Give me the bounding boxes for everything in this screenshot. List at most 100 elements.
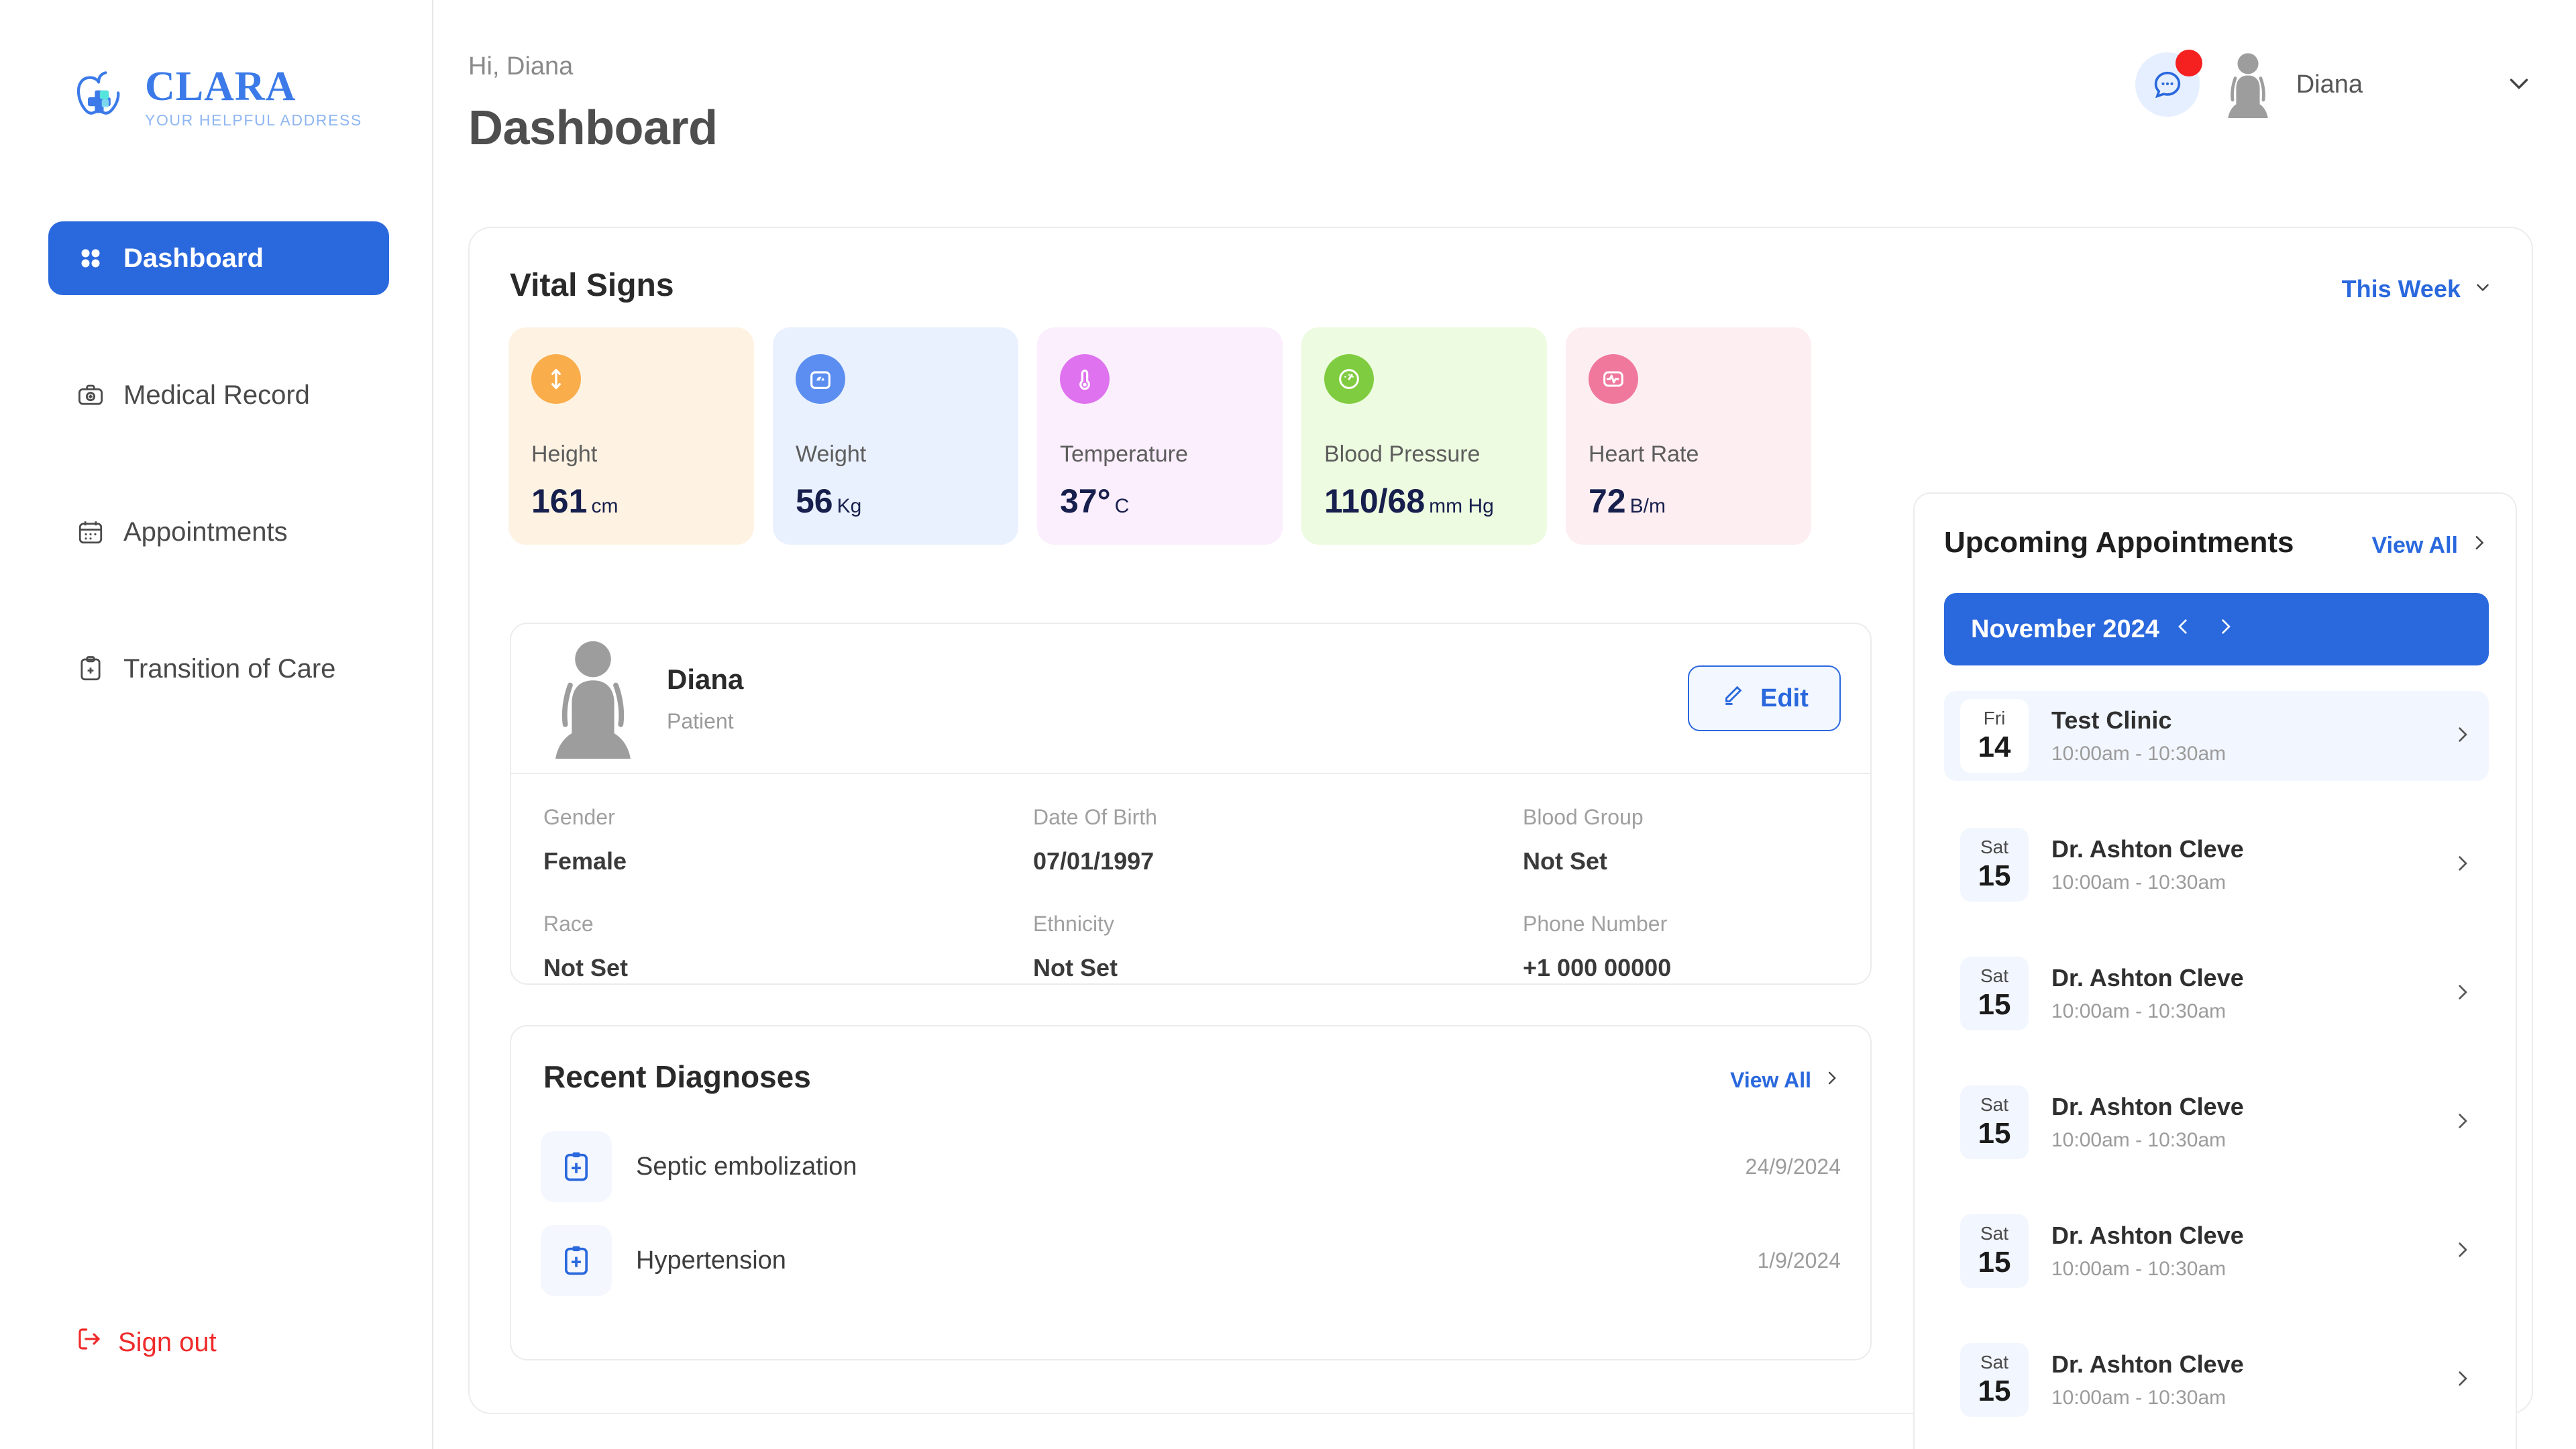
appointment-day: 15 [1978,859,2011,892]
vital-label: Height [531,441,598,467]
appointment-time: 10:00am - 10:30am [2051,743,2226,765]
chevron-left-icon[interactable] [2173,615,2194,643]
clipboard-plus-icon [75,653,106,684]
date-chip: Sat 15 [1960,1085,2029,1159]
vitals-range-selector[interactable]: This Week [2342,275,2493,303]
chevron-right-icon [2451,724,2473,749]
sidebar-item-label: Medical Record [123,380,310,410]
signout-button[interactable]: Sign out [75,1325,217,1360]
vital-card-blood-pressure[interactable]: Blood Pressure 110/68 mm Hg [1301,327,1547,545]
vital-unit: C [1114,495,1130,517]
diagnosis-row[interactable]: Septic embolization 24/9/2024 [541,1131,1841,1202]
appointment-row[interactable]: Sat 15 Dr. Ashton Cleve 10:00am - 10:30a… [1944,1335,2489,1425]
field-value: Not Set [543,954,628,981]
vital-value: 110/68 mm Hg [1324,482,1494,521]
vital-card-temperature[interactable]: Temperature 37° C [1037,327,1283,545]
chevron-right-icon [2451,981,2473,1006]
appointment-dow: Sat [1980,965,2009,986]
sidebar-item-medical-record[interactable]: Medical Record [48,358,389,432]
appointment-row[interactable]: Fri 14 Test Clinic 10:00am - 10:30am [1944,691,2489,781]
vital-card-heart-rate[interactable]: Heart Rate 72 B/m [1566,327,1811,545]
appointment-dow: Sat [1980,1352,2009,1373]
date-chip: Sat 15 [1960,1214,2029,1288]
sidebar-item-dashboard[interactable]: Dashboard [48,221,389,295]
diagnoses-title: Recent Diagnoses [543,1059,811,1094]
profile-fields: Gender Date Of Birth Blood Group Female … [511,774,1870,1009]
appointments-list: Fri 14 Test Clinic 10:00am - 10:30am Sat… [1944,691,2489,1425]
vital-cards: Height 161 cm Weight 56 Kg Temperature 3… [508,327,1811,545]
diagnoses-view-all-link[interactable]: View All [1730,1068,1841,1093]
brand-logo: CLARA YOUR HELPFUL ADDRESS [67,66,362,129]
vital-number: 110/68 [1324,482,1426,520]
signout-label: Sign out [118,1327,217,1357]
range-label: This Week [2341,275,2461,303]
sidebar-item-label: Transition of Care [123,653,336,684]
appointment-day: 14 [1978,731,2011,763]
dashboard-page: CLARA YOUR HELPFUL ADDRESS Dashboard Med… [0,0,2576,1449]
appointment-name: Dr. Ashton Cleve [2051,1222,2244,1249]
sidebar-item-label: Appointments [123,517,288,547]
sidebar-item-appointments[interactable]: Appointments [48,495,389,569]
chevron-right-icon [1822,1068,1841,1093]
page-title: Dashboard [468,101,718,155]
vital-label: Blood Pressure [1324,441,1481,467]
diagnosis-name: Septic embolization [636,1152,857,1181]
chevron-down-icon[interactable] [2504,68,2534,102]
appointment-name: Dr. Ashton Cleve [2051,1350,2244,1378]
appointment-time: 10:00am - 10:30am [2051,1000,2226,1022]
appointment-time: 10:00am - 10:30am [2051,1129,2226,1151]
view-all-label: View All [2371,533,2459,558]
date-chip: Fri 14 [1960,699,2029,773]
appointment-name: Dr. Ashton Cleve [2051,1093,2244,1120]
vital-value: 37° C [1060,482,1129,521]
appointment-row[interactable]: Sat 15 Dr. Ashton Cleve 10:00am - 10:30a… [1944,1206,2489,1296]
sidebar-item-transition-of-care[interactable]: Transition of Care [48,632,389,706]
logout-icon [75,1325,103,1360]
vital-unit: Kg [837,495,862,517]
vital-unit: B/m [1629,495,1666,517]
date-chip: Sat 15 [1960,828,2029,902]
sidebar: CLARA YOUR HELPFUL ADDRESS Dashboard Med… [5,0,433,1449]
user-name: Diana [2296,70,2363,99]
appointment-row[interactable]: Sat 15 Dr. Ashton Cleve 10:00am - 10:30a… [1944,820,2489,910]
appointment-name: Dr. Ashton Cleve [2051,964,2244,991]
month-navigator: November 2024 [1944,593,2489,665]
vital-label: Heart Rate [1589,441,1699,467]
medical-bag-icon [75,380,106,411]
apple-cross-logo-icon [67,66,130,129]
month-label: November 2024 [1971,614,2159,643]
profile-role: Patient [667,708,734,733]
notification-badge [2175,50,2202,76]
upcoming-appointments-card: Upcoming Appointments View All November … [1913,492,2517,1449]
appointment-row[interactable]: Sat 15 Dr. Ashton Cleve 10:00am - 10:30a… [1944,1077,2489,1167]
appointment-day: 15 [1978,1117,2011,1150]
vital-card-height[interactable]: Height 161 cm [508,327,754,545]
diagnosis-name: Hypertension [636,1246,786,1275]
vital-value: 56 Kg [796,482,861,521]
height-arrow-icon [531,354,581,404]
appointment-dow: Sat [1980,1094,2009,1115]
appointment-time: 10:00am - 10:30am [2051,871,2226,894]
appointment-dow: Sat [1980,837,2009,857]
date-chip: Sat 15 [1960,957,2029,1030]
vital-number: 72 [1589,482,1626,520]
profile-name: Diana [667,663,744,695]
appointment-name: Dr. Ashton Cleve [2051,835,2244,863]
appointment-name: Test Clinic [2051,706,2172,734]
pencil-icon [1720,682,1746,714]
appointment-day: 15 [1978,1375,2011,1407]
chat-button[interactable] [2135,50,2202,117]
appointments-view-all-link[interactable]: View All [2372,533,2489,559]
diagnosis-row[interactable]: Hypertension 1/9/2024 [541,1225,1841,1296]
vital-card-weight[interactable]: Weight 56 Kg [773,327,1018,545]
diagnosis-date: 24/9/2024 [1745,1154,1841,1179]
edit-profile-button[interactable]: Edit [1688,665,1841,731]
chevron-right-icon [2451,853,2473,877]
chevron-right-icon[interactable] [2214,615,2236,643]
appointments-title: Upcoming Appointments [1944,526,2294,559]
gauge-icon [1324,354,1374,404]
appointment-row[interactable]: Sat 15 Dr. Ashton Cleve 10:00am - 10:30a… [1944,949,2489,1038]
vital-value: 161 cm [531,482,618,521]
chevron-right-icon [2451,1368,2473,1393]
vital-number: 161 [531,482,588,520]
